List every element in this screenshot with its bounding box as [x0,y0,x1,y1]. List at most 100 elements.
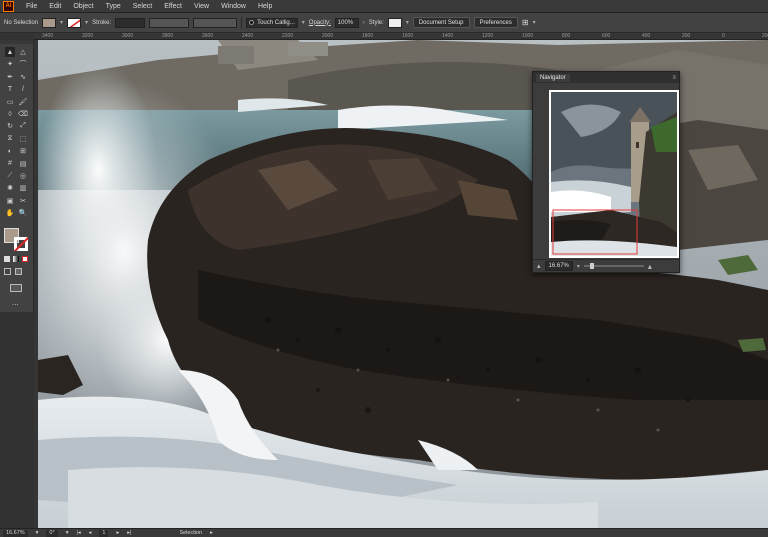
opacity-field[interactable]: 100% [334,17,359,28]
chevron-down-icon[interactable]: ▾ [577,263,580,270]
pen-tool-icon[interactable]: ✒ [5,72,15,82]
zoom-out-icon[interactable]: ▴ [537,262,541,270]
eyedropper-tool-icon[interactable]: ⟋ [5,171,15,181]
gradient-tool-icon[interactable]: ▤ [18,159,28,169]
ruler-tick: 1600 [402,33,414,39]
divider [241,16,243,29]
type-tool-icon[interactable]: T [5,84,15,94]
menu-type[interactable]: Type [100,3,127,10]
none-indicator-icon [14,237,28,251]
first-artboard-icon[interactable]: |◂ [76,530,80,536]
chevron-right-icon[interactable]: ▸ [210,530,213,536]
ruler-tick: 800 [562,33,571,39]
menu-object[interactable]: Object [67,3,99,10]
scale-tool-icon[interactable]: ⤢ [18,121,28,131]
horizontal-ruler: 3400 3200 3000 2800 2600 2400 2200 2000 1800 1600… [34,33,768,40]
zoom-tool-icon[interactable]: 🔍 [18,208,28,218]
mesh-tool-icon[interactable]: # [5,159,15,169]
preferences-button[interactable]: Preferences [473,17,518,28]
selection-status: No Selection [4,19,39,26]
ruler-tick: 2800 [162,33,174,39]
artboard-number-field[interactable]: 1 [99,529,109,537]
zoom-slider-handle[interactable] [589,263,594,269]
selection-tool-icon[interactable]: ▲ [5,47,15,57]
hand-tool-icon[interactable]: ✋ [5,208,15,218]
panel-grip[interactable] [0,40,33,44]
blend-tool-icon[interactable]: ◎ [18,171,28,181]
menu-select[interactable]: Select [127,3,158,10]
chevron-down-icon[interactable]: ▾ [66,530,69,536]
stroke-weight-field[interactable] [115,17,146,28]
navigator-header[interactable]: Navigator ≡ [533,72,679,83]
zoom-slider[interactable] [583,263,644,269]
brush-selector[interactable]: Touch Callig... [246,17,298,28]
panel-menu-icon[interactable]: ≡ [672,75,676,81]
brush-definition[interactable] [193,17,238,28]
zoom-level-field[interactable]: 16.67% [3,529,28,537]
screen-mode-icon[interactable] [10,284,22,292]
chevron-down-icon[interactable]: ▾ [36,530,39,536]
ruler-tick: 1200 [482,33,494,39]
gradient-mode-icon[interactable] [13,256,19,262]
chevron-down-icon[interactable]: ▾ [533,19,536,26]
variable-width-profile[interactable] [149,17,190,28]
menu-window[interactable]: Window [215,3,252,10]
more-tools-button[interactable]: ... [12,298,19,307]
chevron-down-icon[interactable]: ▾ [60,19,63,26]
chevron-right-icon[interactable]: › [363,20,365,26]
rotation-field[interactable]: 0° [46,529,58,537]
artboard-tool-icon[interactable]: ▣ [5,196,15,206]
next-artboard-icon[interactable]: ▸ [116,530,119,536]
column-graph-tool-icon[interactable]: ▥ [18,183,28,193]
ruler-tick: 200 [682,33,691,39]
shape-builder-tool-icon[interactable]: ◐ [5,146,15,156]
rotate-tool-icon[interactable]: ↻ [5,121,15,131]
free-transform-tool-icon[interactable]: ⬚ [18,134,28,144]
symbol-sprayer-tool-icon[interactable]: ✺ [5,183,15,193]
shaper-tool-icon[interactable]: ◊ [5,109,15,119]
menu-view[interactable]: View [188,3,215,10]
magic-wand-tool-icon[interactable]: ✦ [5,59,15,69]
ruler-tick: 200 [762,33,768,39]
navigator-zoom-field[interactable]: 16.67% [544,261,573,271]
document-setup-button[interactable]: Document Setup [412,17,470,28]
arrange-documents-icon[interactable]: ⊞ [522,18,529,27]
navigator-panel: Navigator ≡ ▴ 16.67% ▾ ▴ [532,71,680,273]
color-mode-icon[interactable] [4,256,10,262]
slice-tool-icon[interactable]: ✂ [18,196,28,206]
ruler-tick: 3400 [42,33,54,39]
chevron-down-icon[interactable]: ▾ [85,19,88,26]
menu-file[interactable]: File [20,3,43,10]
menu-edit[interactable]: Edit [43,3,67,10]
chevron-down-icon[interactable]: ▾ [406,19,409,26]
fill-color-swatch[interactable] [42,17,57,28]
thumbnail-image [551,92,677,256]
width-tool-icon[interactable]: ⧖ [5,134,15,144]
paintbrush-tool-icon[interactable]: 🖌 [18,97,28,107]
ruler-tick: 2400 [242,33,254,39]
chevron-down-icon[interactable]: ▾ [302,19,305,26]
rectangle-tool-icon[interactable]: ▭ [5,97,15,107]
ruler-tick: 2200 [282,33,294,39]
fill-stroke-control[interactable] [4,228,30,252]
stroke-color-swatch[interactable] [67,17,82,28]
eraser-tool-icon[interactable]: ⌫ [18,109,28,119]
draw-normal-icon[interactable] [4,268,11,275]
navigator-thumbnail[interactable] [549,90,679,258]
style-swatch[interactable] [387,17,402,28]
menu-effect[interactable]: Effect [158,3,188,10]
last-artboard-icon[interactable]: ▸| [127,530,131,536]
none-mode-icon[interactable] [22,256,28,262]
ruler-tick: 1800 [362,33,374,39]
lasso-tool-icon[interactable]: ⌒ [18,59,28,69]
menu-help[interactable]: Help [252,3,278,10]
navigator-tab[interactable]: Navigator [536,73,570,82]
curvature-tool-icon[interactable]: ∿ [18,72,28,82]
draw-behind-icon[interactable] [15,268,22,275]
perspective-grid-tool-icon[interactable]: ⊞ [18,146,28,156]
direct-selection-tool-icon[interactable]: △ [18,47,28,57]
line-tool-icon[interactable]: / [18,84,28,94]
previous-artboard-icon[interactable]: ◂ [89,530,92,536]
zoom-in-icon[interactable]: ▴ [648,262,652,271]
opacity-label[interactable]: Opacity: [309,20,331,26]
